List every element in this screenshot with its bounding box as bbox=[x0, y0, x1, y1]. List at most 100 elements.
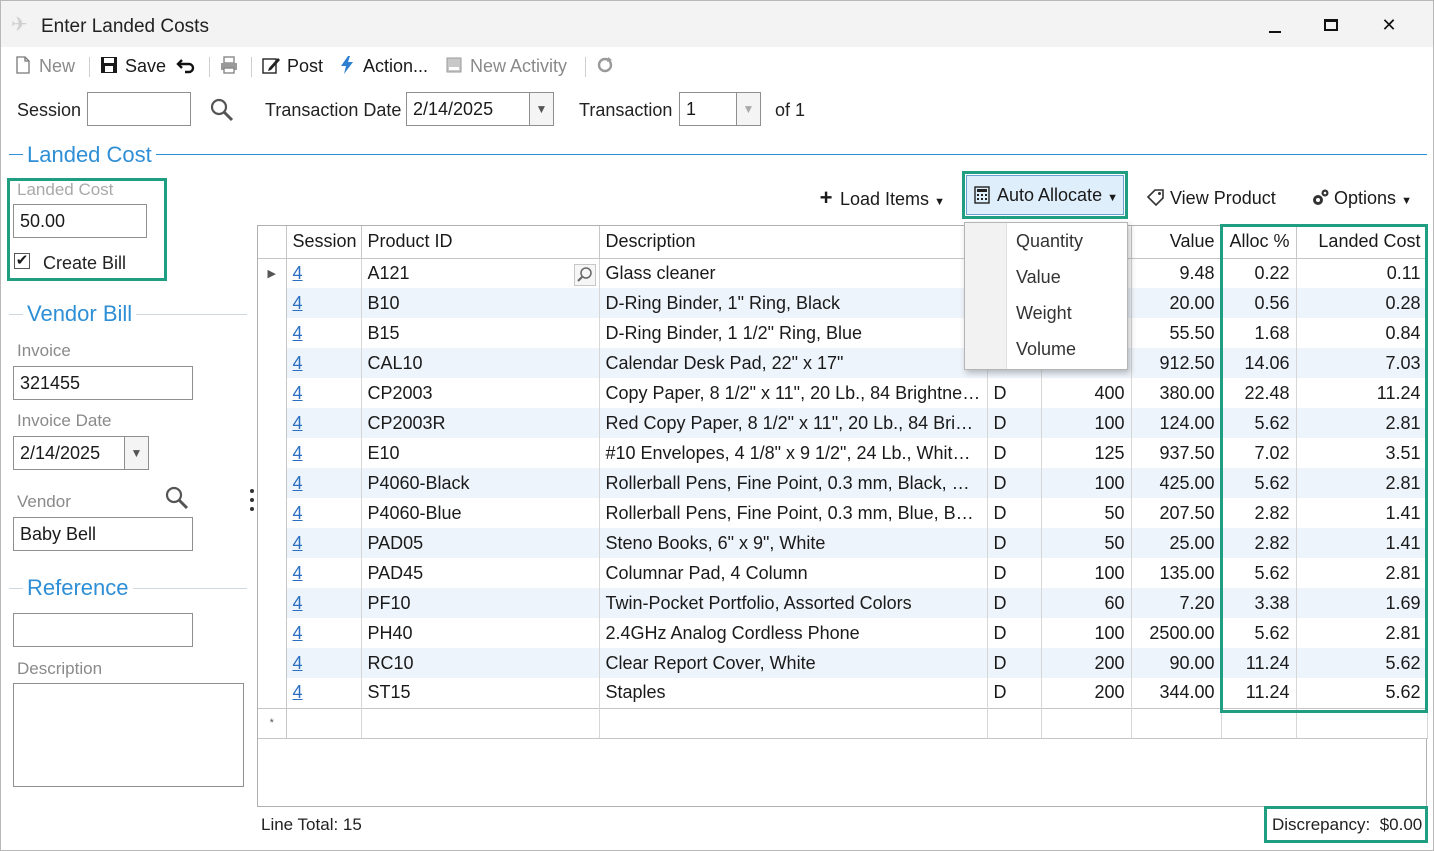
view-product-button[interactable]: View Product bbox=[1146, 185, 1276, 211]
cell-value[interactable]: 124.00 bbox=[1131, 408, 1222, 438]
cell-description[interactable]: Rollerball Pens, Fine Point, 0.3 mm, Bla… bbox=[599, 468, 988, 498]
row-selector[interactable] bbox=[258, 438, 287, 468]
cell-session[interactable]: 4 bbox=[286, 498, 362, 528]
cell-value[interactable]: 25.00 bbox=[1131, 528, 1222, 558]
cell-value[interactable]: 90.00 bbox=[1131, 648, 1222, 678]
post-button[interactable]: Post bbox=[261, 53, 323, 79]
session-search-icon[interactable] bbox=[209, 97, 235, 123]
cell-description[interactable]: D-Ring Binder, 1 1/2" Ring, Blue bbox=[599, 318, 988, 348]
cell-um[interactable]: D bbox=[987, 678, 1042, 708]
cell-product-id[interactable]: B15 bbox=[361, 318, 600, 348]
cell-value[interactable]: 425.00 bbox=[1131, 468, 1222, 498]
invoice-date-dropdown[interactable]: ▼ bbox=[125, 436, 149, 470]
cell-quantity[interactable]: 400 bbox=[1041, 378, 1132, 408]
cell-product-id[interactable]: PH40 bbox=[361, 618, 600, 648]
row-selector[interactable] bbox=[258, 378, 287, 408]
cell-session[interactable]: 4 bbox=[286, 438, 362, 468]
cell-value[interactable]: 912.50 bbox=[1131, 348, 1222, 378]
new-button[interactable]: New bbox=[13, 53, 75, 79]
cell-description[interactable]: Columnar Pad, 4 Column bbox=[599, 558, 988, 588]
cell-quantity[interactable]: 200 bbox=[1041, 648, 1132, 678]
cell-um[interactable]: D bbox=[987, 528, 1042, 558]
row-selector[interactable] bbox=[258, 318, 287, 348]
session-link[interactable]: 4 bbox=[293, 533, 303, 553]
cell-quantity[interactable]: 125 bbox=[1041, 438, 1132, 468]
cell-description[interactable]: Steno Books, 6" x 9", White bbox=[599, 528, 988, 558]
session-input[interactable] bbox=[87, 92, 191, 126]
new-row-cell[interactable] bbox=[1041, 707, 1132, 739]
cell-description[interactable]: Calendar Desk Pad, 22" x 17" bbox=[599, 348, 988, 378]
cell-product-id[interactable]: A121 bbox=[361, 258, 600, 288]
cell-value[interactable]: 380.00 bbox=[1131, 378, 1222, 408]
new-row-marker[interactable]: * bbox=[258, 707, 287, 739]
cell-product-id[interactable]: E10 bbox=[361, 438, 600, 468]
cell-um[interactable]: D bbox=[987, 408, 1042, 438]
cell-value[interactable]: 9.48 bbox=[1131, 258, 1222, 288]
reference-input[interactable] bbox=[13, 613, 193, 647]
cell-quantity[interactable]: 200 bbox=[1041, 678, 1132, 708]
product-lookup-button[interactable] bbox=[574, 264, 596, 286]
row-selector[interactable] bbox=[258, 528, 287, 558]
session-link[interactable]: 4 bbox=[293, 293, 303, 313]
new-row-cell[interactable] bbox=[987, 707, 1042, 739]
invoice-date-input[interactable]: 2/14/2025 bbox=[13, 436, 125, 470]
cell-um[interactable]: D bbox=[987, 648, 1042, 678]
cell-session[interactable]: 4 bbox=[286, 318, 362, 348]
cell-quantity[interactable]: 100 bbox=[1041, 468, 1132, 498]
cell-session[interactable]: 4 bbox=[286, 558, 362, 588]
cell-product-id[interactable]: P4060-Black bbox=[361, 468, 600, 498]
load-items-button[interactable]: + Load Items ▼ bbox=[816, 185, 945, 211]
cell-value[interactable]: 937.50 bbox=[1131, 438, 1222, 468]
cell-description[interactable]: Red Copy Paper, 8 1/2" x 11", 20 Lb., 84… bbox=[599, 408, 988, 438]
cell-session[interactable]: 4 bbox=[286, 468, 362, 498]
vendor-search-icon[interactable] bbox=[164, 485, 190, 511]
menu-item-volume[interactable]: Volume bbox=[1016, 339, 1076, 360]
create-bill-checkbox[interactable]: ✔ bbox=[14, 253, 30, 269]
cell-product-id[interactable]: RC10 bbox=[361, 648, 600, 678]
cell-description[interactable]: 2.4GHz Analog Cordless Phone bbox=[599, 618, 988, 648]
transaction-dropdown[interactable]: ▼ bbox=[737, 92, 761, 126]
cell-um[interactable]: D bbox=[987, 468, 1042, 498]
cell-product-id[interactable]: CP2003R bbox=[361, 408, 600, 438]
invoice-input[interactable]: 321455 bbox=[13, 366, 193, 400]
landed-cost-input[interactable]: 50.00 bbox=[13, 204, 147, 238]
column-header-product-id[interactable]: Product ID bbox=[361, 226, 600, 259]
session-link[interactable]: 4 bbox=[293, 353, 303, 373]
row-selector[interactable] bbox=[258, 558, 287, 588]
cell-um[interactable]: D bbox=[987, 498, 1042, 528]
minimize-button[interactable] bbox=[1257, 11, 1293, 39]
cell-product-id[interactable]: CP2003 bbox=[361, 378, 600, 408]
cell-session[interactable]: 4 bbox=[286, 348, 362, 378]
cell-description[interactable]: Staples bbox=[599, 678, 988, 708]
cell-um[interactable]: D bbox=[987, 378, 1042, 408]
cell-session[interactable]: 4 bbox=[286, 378, 362, 408]
cell-description[interactable]: Glass cleaner bbox=[599, 258, 988, 288]
row-selector[interactable] bbox=[258, 408, 287, 438]
session-link[interactable]: 4 bbox=[293, 682, 303, 702]
new-row-cell[interactable] bbox=[286, 707, 362, 739]
column-header-value[interactable]: Value bbox=[1131, 226, 1222, 259]
session-link[interactable]: 4 bbox=[293, 263, 303, 283]
menu-item-weight[interactable]: Weight bbox=[1016, 303, 1072, 324]
row-selector[interactable] bbox=[258, 678, 287, 708]
cell-value[interactable]: 2500.00 bbox=[1131, 618, 1222, 648]
transaction-date-dropdown[interactable]: ▼ bbox=[530, 92, 554, 126]
session-link[interactable]: 4 bbox=[293, 473, 303, 493]
new-activity-button[interactable]: New Activity bbox=[444, 53, 567, 79]
cell-quantity[interactable]: 100 bbox=[1041, 618, 1132, 648]
cell-quantity[interactable]: 100 bbox=[1041, 408, 1132, 438]
cell-product-id[interactable]: PAD05 bbox=[361, 528, 600, 558]
cell-product-id[interactable]: PF10 bbox=[361, 588, 600, 618]
cell-session[interactable]: 4 bbox=[286, 588, 362, 618]
cell-value[interactable]: 135.00 bbox=[1131, 558, 1222, 588]
session-link[interactable]: 4 bbox=[293, 623, 303, 643]
cell-value[interactable]: 344.00 bbox=[1131, 678, 1222, 708]
session-link[interactable]: 4 bbox=[293, 323, 303, 343]
cell-product-id[interactable]: CAL10 bbox=[361, 348, 600, 378]
cell-product-id[interactable]: PAD45 bbox=[361, 558, 600, 588]
cell-quantity[interactable]: 60 bbox=[1041, 588, 1132, 618]
cell-um[interactable]: D bbox=[987, 588, 1042, 618]
row-selector[interactable] bbox=[258, 288, 287, 318]
cell-um[interactable]: D bbox=[987, 438, 1042, 468]
session-link[interactable]: 4 bbox=[293, 383, 303, 403]
